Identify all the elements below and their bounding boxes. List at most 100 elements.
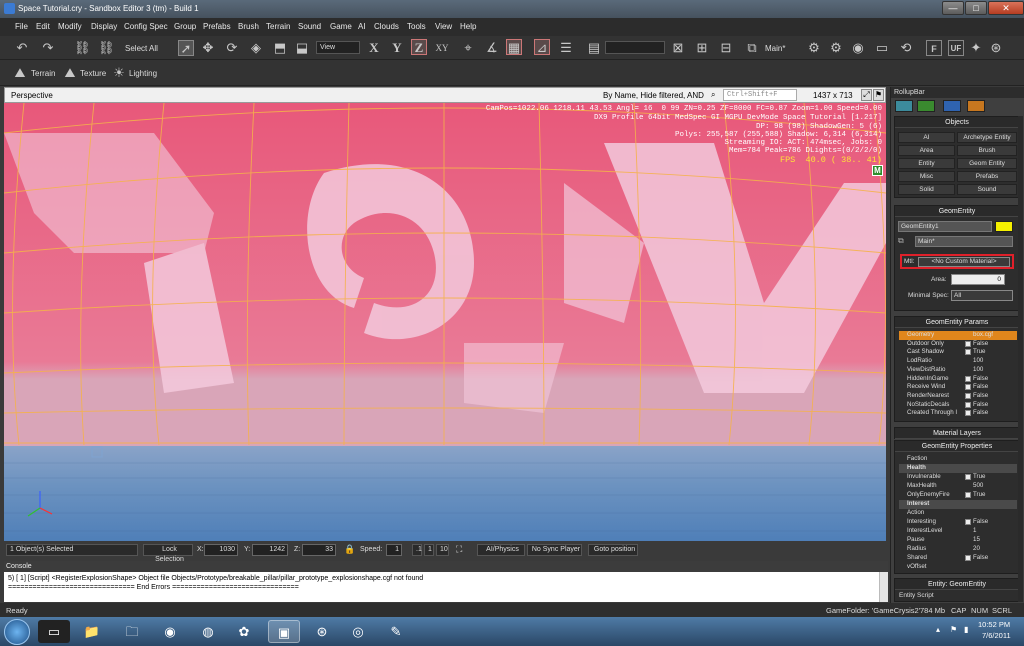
menu-group[interactable]: Group (174, 22, 196, 31)
minimize-button[interactable]: — (942, 1, 964, 15)
network-app-icon[interactable]: ✿ (228, 620, 260, 643)
checkbox-icon[interactable] (965, 555, 971, 561)
menu-view[interactable]: View (435, 22, 452, 31)
param-value[interactable]: False (973, 375, 988, 384)
speed-1-button[interactable]: 1 (424, 544, 434, 556)
menu-file[interactable]: File (15, 22, 28, 31)
uiflow-icon[interactable]: UF (948, 40, 964, 56)
ai-object-button[interactable]: AI (898, 132, 955, 143)
material-button[interactable]: <No Custom Material> (918, 257, 1010, 267)
notes-icon[interactable]: ✎ (380, 620, 412, 643)
reference-coord-dropdown[interactable]: View (316, 41, 360, 54)
param-row[interactable]: Outdoor Only False (899, 340, 1017, 349)
lens-flare-icon[interactable]: ⊛ (988, 40, 1004, 56)
menu-modify[interactable]: Modify (58, 22, 82, 31)
lock-icon[interactable]: 🔒 (344, 544, 355, 555)
menu-help[interactable]: Help (460, 22, 476, 31)
current-layer[interactable]: Main* (765, 44, 785, 53)
param-value[interactable]: 100 (973, 357, 983, 366)
prefabs-button[interactable]: Prefabs (957, 171, 1017, 182)
property-value[interactable]: 20 (973, 545, 980, 554)
chrome-icon[interactable]: ◉ (154, 620, 186, 643)
material-layers-panel[interactable]: Material Layers (894, 427, 1020, 439)
camera-icon[interactable]: ◉ (850, 40, 866, 56)
perspective-viewport[interactable]: CamPos=1022.06 1218.11 43.53 Angl= 16 0 … (4, 103, 886, 541)
entity-button[interactable]: Entity (898, 158, 955, 169)
rotate-icon[interactable]: ⟳ (224, 40, 240, 56)
param-value[interactable]: False (973, 340, 988, 349)
console-scrollbar[interactable] (879, 572, 888, 602)
explorer-icon[interactable]: 📁 (76, 620, 108, 643)
area-button[interactable]: Area (898, 145, 955, 156)
param-row[interactable]: Geometry box.cgf (899, 331, 1017, 340)
select-all-dropdown[interactable]: Select All (125, 44, 158, 53)
property-row[interactable]: Radius 20 (899, 545, 1017, 554)
checkbox-icon[interactable] (965, 384, 971, 391)
param-row[interactable]: RenderNearest False (899, 392, 1017, 401)
object-color-swatch[interactable] (995, 221, 1013, 232)
sound-button[interactable]: Sound (957, 184, 1017, 195)
z-coordinate-input[interactable]: 33 (302, 544, 336, 556)
lighting-button[interactable]: Lighting (129, 69, 157, 78)
property-row[interactable]: InterestLevel 1 (899, 527, 1017, 536)
property-row[interactable]: Pause 15 (899, 536, 1017, 545)
snap-angle-icon[interactable]: ∡ (484, 40, 500, 56)
tray-flag-icon[interactable]: ⚑ (950, 625, 957, 634)
checkbox-icon[interactable] (965, 349, 971, 356)
viewport-options-icon[interactable]: ⚑ (873, 89, 884, 101)
material-editor-icon[interactable]: ⊞ (694, 40, 710, 56)
unlink-icon[interactable]: ⛓ (98, 40, 115, 56)
particles-icon[interactable]: ✦ (968, 40, 984, 56)
select-tool-icon[interactable]: ➚ (178, 40, 194, 56)
param-value[interactable]: False (973, 409, 988, 418)
snap-object-icon[interactable]: ⬓ (294, 40, 310, 56)
layers-tab-icon[interactable] (967, 100, 985, 112)
delete-selection-icon[interactable]: ⊠ (670, 40, 686, 56)
checkbox-icon[interactable] (965, 401, 971, 408)
y-coordinate-input[interactable]: 1242 (252, 544, 288, 556)
geom-entity-button[interactable]: Geom Entity (957, 158, 1017, 169)
terrain-tab-icon[interactable] (917, 100, 935, 112)
snap-terrain-icon[interactable]: ⬒ (272, 40, 288, 56)
link-icon[interactable]: ⛓ (74, 40, 91, 56)
property-row[interactable]: Action (899, 509, 1017, 518)
maximize-button[interactable]: □ (965, 1, 987, 15)
grid-icon[interactable]: ▦ (506, 39, 522, 55)
property-row[interactable]: Interesting False (899, 518, 1017, 527)
flowgraph-icon[interactable]: F (926, 40, 942, 56)
param-value[interactable]: 100 (973, 366, 983, 375)
speed-input[interactable]: 1 (386, 544, 402, 556)
property-group[interactable]: Interest (899, 500, 1017, 509)
tray-arrow-icon[interactable]: ▴ (936, 625, 940, 634)
crysis-icon[interactable]: ◎ (342, 620, 374, 643)
firefox-icon[interactable]: ◍ (192, 620, 224, 643)
layer-selector[interactable]: Main* (915, 236, 1013, 247)
property-row[interactable]: Faction (899, 455, 1017, 464)
menu-edit[interactable]: Edit (36, 22, 50, 31)
property-row[interactable]: OnlyEnemyFire True (899, 491, 1017, 500)
lock-selection-button[interactable]: Lock Selection (143, 544, 193, 563)
object-name-input[interactable]: GeomEntity1 (898, 221, 992, 232)
param-row[interactable]: ViewDistRatio 100 (899, 366, 1017, 375)
checkbox-icon[interactable] (965, 492, 971, 498)
terrain-axis-icon[interactable]: ⌖ (460, 40, 476, 56)
angle-snap-icon[interactable]: ⊿ (534, 39, 550, 55)
track-view-icon[interactable]: ⊟ (718, 40, 734, 56)
maximize-viewport-icon[interactable]: ⤢ (861, 89, 872, 101)
property-value[interactable]: True (973, 491, 986, 500)
list-icon[interactable]: ▤ (586, 40, 602, 56)
area-input[interactable]: 0 (951, 274, 1005, 285)
console-icon[interactable]: ▭ (874, 40, 890, 56)
texture-button[interactable]: Texture (80, 69, 106, 78)
speed-0-1-button[interactable]: .1 (412, 544, 422, 556)
menu-config-spec[interactable]: Config Spec (124, 22, 168, 31)
checkbox-icon[interactable] (965, 474, 971, 480)
menu-clouds[interactable]: Clouds (374, 22, 399, 31)
property-row[interactable]: Shared False (899, 554, 1017, 563)
menu-ai[interactable]: AI (358, 22, 366, 31)
object-search-input[interactable]: Ctrl+Shift+F (723, 89, 797, 101)
brush-button[interactable]: Brush (957, 145, 1017, 156)
param-value[interactable]: False (973, 401, 988, 410)
property-group[interactable]: Health (899, 464, 1017, 473)
ai-icon[interactable]: ⚙ (828, 40, 844, 56)
